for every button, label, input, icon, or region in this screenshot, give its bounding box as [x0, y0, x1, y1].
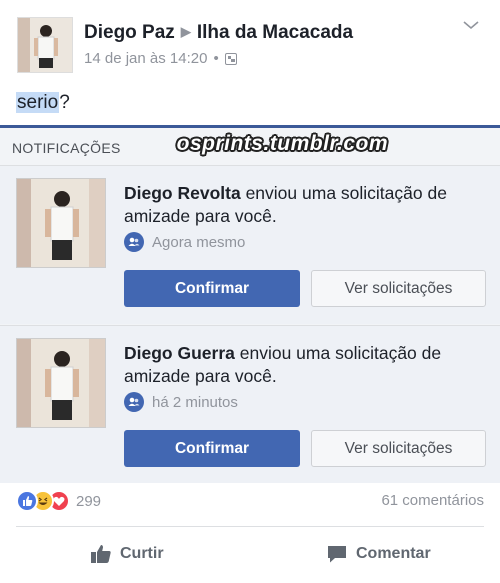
friends-icon	[124, 232, 144, 252]
view-requests-button[interactable]: Ver solicitações	[311, 430, 486, 467]
like-label: Curtir	[120, 545, 164, 562]
post-header: Diego Paz ▶ Ilha da Macacada 14 de jan às …	[0, 0, 500, 86]
notifications-title: NOTIFICAÇÕES	[12, 140, 121, 156]
requester-avatar[interactable]	[16, 178, 106, 268]
confirm-button[interactable]: Confirmar	[124, 430, 300, 467]
confirm-button[interactable]: Confirmar	[124, 270, 300, 307]
author-name[interactable]: Diego Paz	[84, 22, 175, 43]
notification-time: há 2 minutos	[124, 392, 238, 412]
time-label: há 2 minutos	[152, 393, 238, 411]
friends-icon	[124, 392, 144, 412]
post-text: serio?	[16, 92, 70, 114]
requester-name[interactable]: Diego Guerra	[124, 343, 235, 363]
comments-count[interactable]: 61 comentários	[381, 492, 484, 509]
chevron-down-icon[interactable]	[460, 14, 482, 36]
group-name[interactable]: Ilha da Macacada	[197, 22, 353, 43]
reactions-summary[interactable]: 299	[16, 490, 101, 512]
notification-item[interactable]: Diego Guerra enviou uma solicitação de a…	[0, 325, 500, 483]
notification-item[interactable]: Diego Revolta enviou uma solicitação de …	[0, 166, 500, 324]
divider	[16, 526, 484, 527]
requester-name[interactable]: Diego Revolta	[124, 183, 241, 203]
reaction-count: 299	[76, 492, 102, 510]
notification-text: Diego Guerra enviou uma solicitação de a…	[124, 342, 484, 388]
post-meta: 14 de jan às 14:20 •	[84, 50, 237, 67]
post-timestamp[interactable]: 14 de jan às 14:20	[84, 50, 207, 67]
time-label: Agora mesmo	[152, 233, 246, 251]
like-reaction-icon	[16, 490, 38, 512]
comment-label: Comentar	[356, 545, 431, 562]
meta-separator: •	[213, 50, 219, 67]
author-avatar[interactable]	[17, 17, 73, 73]
highlighted-text: serio	[16, 92, 60, 113]
privacy-icon[interactable]	[224, 52, 237, 65]
thumbs-up-icon	[91, 545, 111, 563]
notification-time: Agora mesmo	[124, 232, 245, 252]
watermark: osprints.tumblr.com	[176, 132, 388, 155]
like-button[interactable]: Curtir	[90, 540, 164, 568]
comment-button[interactable]: Comentar	[326, 540, 431, 568]
notifications-panel: NOTIFICAÇÕES osprints.tumblr.com Diego R…	[0, 125, 500, 483]
author-line: Diego Paz ▶ Ilha da Macacada	[84, 22, 353, 44]
notification-text: Diego Revolta enviou uma solicitação de …	[124, 182, 484, 228]
view-requests-button[interactable]: Ver solicitações	[311, 270, 486, 307]
comment-icon	[328, 546, 346, 563]
arrow-right-icon: ▶	[180, 24, 191, 39]
requester-avatar[interactable]	[16, 338, 106, 428]
post-text-suffix: ?	[59, 92, 70, 113]
